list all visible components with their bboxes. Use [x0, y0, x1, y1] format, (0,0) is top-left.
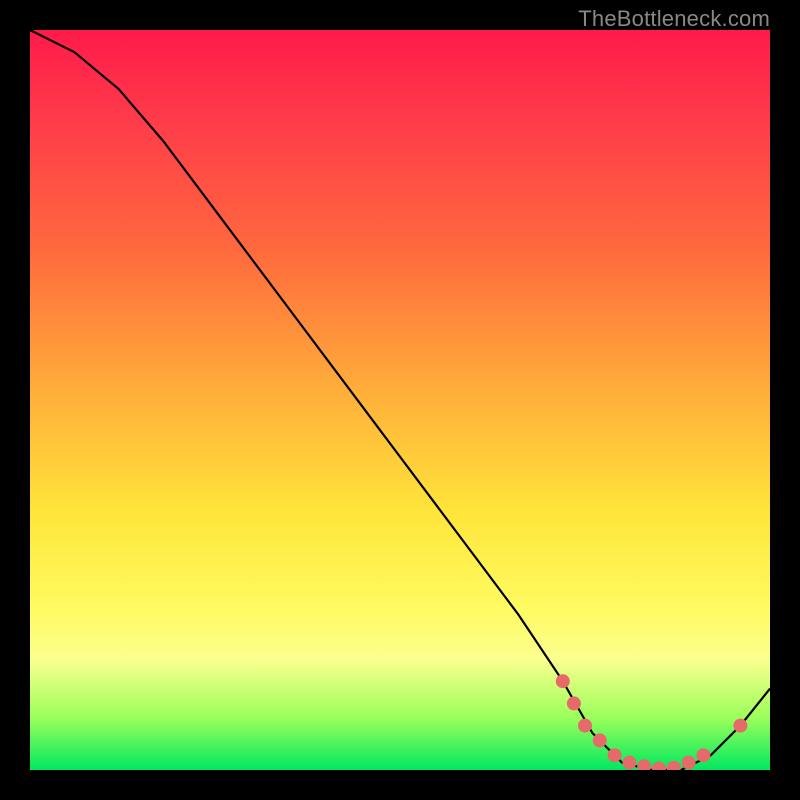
- highlight-dot: [637, 759, 651, 770]
- curve-layer: [30, 30, 770, 770]
- plot-area: [30, 30, 770, 770]
- marker-group: [556, 674, 748, 770]
- chart-frame: TheBottleneck.com: [0, 0, 800, 800]
- highlight-dot: [567, 696, 581, 710]
- highlight-dot: [578, 719, 592, 733]
- highlight-dot: [682, 756, 696, 770]
- highlight-dot: [608, 748, 622, 762]
- highlight-dot: [593, 733, 607, 747]
- highlight-dot: [622, 756, 636, 770]
- highlight-dot: [696, 748, 710, 762]
- highlight-dot: [667, 761, 681, 770]
- highlight-dot: [733, 719, 747, 733]
- watermark-text: TheBottleneck.com: [578, 6, 770, 32]
- bottleneck-curve: [30, 30, 770, 770]
- highlight-dot: [556, 674, 570, 688]
- highlight-dot: [652, 762, 666, 771]
